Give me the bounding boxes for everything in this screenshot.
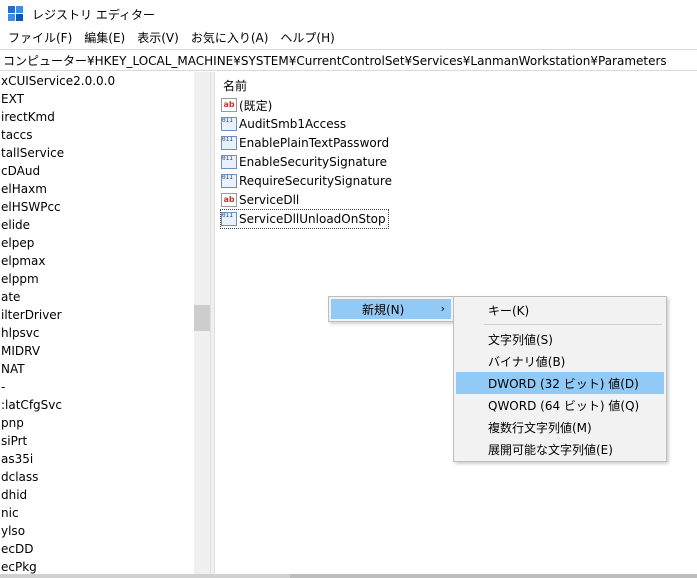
new-submenu: キー(K) 文字列値(S) バイナリ値(B) DWORD (32 ビット) 値(… [453, 296, 667, 462]
submenu-qword-value[interactable]: QWORD (64 ビット) 値(Q) [456, 394, 664, 416]
tree-item[interactable]: elHaxm [0, 180, 194, 198]
tree-item[interactable]: dclass [0, 468, 194, 486]
value-row[interactable]: 011 110 RequireSecuritySignature [221, 172, 394, 190]
binary-value-icon: 011 110 [221, 155, 237, 169]
context-menu-new-label: 新規(N) [362, 302, 405, 317]
tree-item[interactable]: elide [0, 216, 194, 234]
submenu-key[interactable]: キー(K) [456, 299, 664, 321]
submenu-multi-string-value[interactable]: 複数行文字列値(M) [456, 416, 664, 438]
pane-splitter[interactable] [210, 72, 215, 574]
context-menu-new[interactable]: 新規(N) › [331, 299, 451, 319]
menu-help[interactable]: ヘルプ(H) [274, 28, 340, 49]
value-row[interactable]: 011 110 EnablePlainTextPassword [221, 134, 391, 152]
tree-item[interactable]: ecDD [0, 540, 194, 558]
tree-item[interactable]: irectKmd [0, 108, 194, 126]
value-name: AuditSmb1Access [239, 117, 347, 131]
scrollbar-track[interactable] [290, 574, 697, 578]
submenu-string-value[interactable]: 文字列値(S) [456, 328, 664, 350]
title-bar: レジストリ エディター [0, 0, 697, 28]
horizontal-scrollbar[interactable] [0, 574, 697, 578]
value-row[interactable]: ab (既定) [221, 96, 274, 114]
scrollbar-thumb[interactable] [194, 305, 210, 331]
regedit-app-icon [8, 6, 24, 22]
menu-edit[interactable]: 編集(E) [78, 28, 131, 49]
tree-item[interactable]: :latCfgSvc [0, 396, 194, 414]
submenu-dword-value[interactable]: DWORD (32 ビット) 値(D) [456, 372, 664, 394]
value-row-focused[interactable]: 011 110 ServiceDllUnloadOnStop [220, 209, 389, 229]
tree-item[interactable]: ecPkg [0, 558, 194, 574]
tree-item[interactable]: elHSWPcc [0, 198, 194, 216]
binary-value-icon: 011 110 [221, 136, 237, 150]
value-row[interactable]: 011 110 AuditSmb1Access [221, 115, 348, 133]
tree-item[interactable]: as35i [0, 450, 194, 468]
tree-item[interactable]: MIDRV [0, 342, 194, 360]
tree-item[interactable]: taccs [0, 126, 194, 144]
binary-value-icon: 011 110 [221, 174, 237, 188]
value-name: (既定) [239, 98, 273, 113]
tree-pane: xCUIService2.0.0.0 EXT irectKmd taccs ta… [0, 72, 194, 574]
menu-view[interactable]: 表示(V) [131, 28, 185, 49]
column-header-name[interactable]: 名前 [223, 77, 247, 94]
tree-item[interactable]: nic [0, 504, 194, 522]
binary-value-icon: 011 110 [221, 117, 237, 131]
value-row[interactable]: ab ServiceDll [221, 191, 301, 209]
string-value-icon: ab [221, 98, 237, 112]
value-name: RequireSecuritySignature [239, 174, 392, 188]
tree-item[interactable]: ilterDriver [0, 306, 194, 324]
address-bar[interactable]: コンピューター¥HKEY_LOCAL_MACHINE¥SYSTEM¥Curren… [0, 49, 697, 71]
tree-item[interactable]: ate [0, 288, 194, 306]
submenu-binary-value[interactable]: バイナリ値(B) [456, 350, 664, 372]
menu-bar: ファイル(F) 編集(E) 表示(V) お気に入り(A) ヘルプ(H) [0, 28, 697, 49]
submenu-expandable-string-value[interactable]: 展開可能な文字列値(E) [456, 438, 664, 460]
value-name: EnableSecuritySignature [239, 155, 388, 169]
submenu-separator [484, 324, 662, 325]
value-name: EnablePlainTextPassword [239, 136, 390, 150]
tree-item[interactable]: elpmax [0, 252, 194, 270]
window-title: レジストリ エディター [32, 7, 155, 22]
context-menu: 新規(N) › [328, 296, 454, 322]
tree-item[interactable]: hlpsvc [0, 324, 194, 342]
value-name: ServiceDll [239, 193, 300, 207]
tree-vertical-scrollbar[interactable] [194, 72, 210, 574]
menu-favorites[interactable]: お気に入り(A) [185, 28, 275, 49]
value-name: ServiceDllUnloadOnStop [239, 212, 386, 226]
tree-item[interactable]: - [0, 378, 194, 396]
chevron-right-icon: › [440, 302, 445, 315]
tree-item[interactable]: pnp [0, 414, 194, 432]
tree-item[interactable]: EXT [0, 90, 194, 108]
menu-file[interactable]: ファイル(F) [2, 28, 78, 49]
value-row[interactable]: 011 110 EnableSecuritySignature [221, 153, 389, 171]
tree-item[interactable]: NAT [0, 360, 194, 378]
tree-item[interactable]: siPrt [0, 432, 194, 450]
tree-item[interactable]: ylso [0, 522, 194, 540]
binary-value-icon: 011 110 [221, 212, 237, 226]
tree-item[interactable]: elpep [0, 234, 194, 252]
tree-item[interactable]: tallService [0, 144, 194, 162]
tree-item[interactable]: xCUIService2.0.0.0 [0, 72, 194, 90]
string-value-icon: ab [221, 193, 237, 207]
tree-item[interactable]: cDAud [0, 162, 194, 180]
address-path[interactable]: コンピューター¥HKEY_LOCAL_MACHINE¥SYSTEM¥Curren… [3, 52, 667, 69]
tree-item[interactable]: dhid [0, 486, 194, 504]
tree-item[interactable]: elppm [0, 270, 194, 288]
